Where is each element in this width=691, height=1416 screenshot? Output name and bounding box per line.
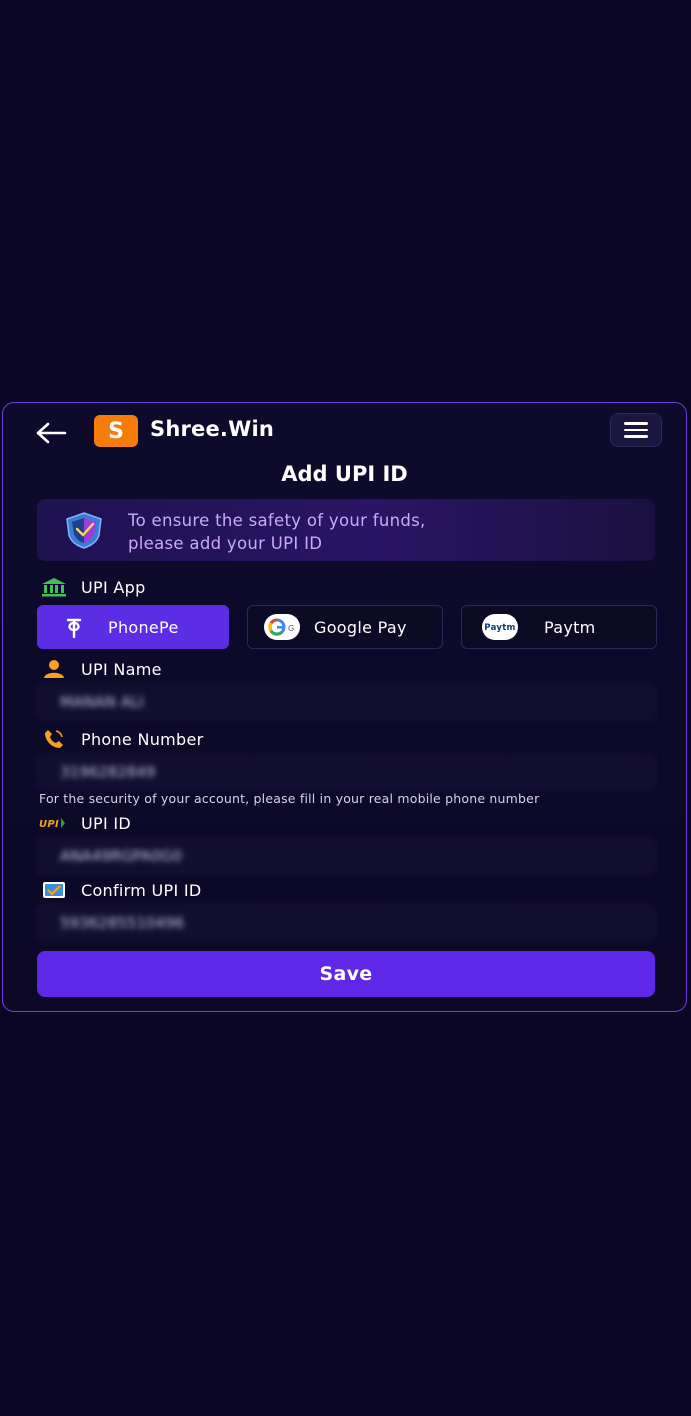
google-pay-icon: G [264, 614, 300, 640]
phonepe-icon [56, 614, 92, 640]
app-label: PhonePe [108, 617, 179, 637]
svg-text:Paytm: Paytm [484, 623, 515, 633]
upi-app-label: UPI App [39, 577, 146, 597]
notice-line-1: To ensure the safety of your funds, [128, 511, 426, 530]
back-arrow-icon[interactable] [31, 415, 71, 451]
upi-app-paytm[interactable]: Paytm Paytm [461, 605, 657, 649]
upi-app-google-pay[interactable]: G Google Pay [247, 605, 443, 649]
svg-text:UPI: UPI [39, 819, 59, 830]
shield-icon [66, 512, 102, 549]
page: S Shree.Win Add UPI ID To ensure the saf… [0, 0, 691, 1416]
confirm-upi-id-input[interactable]: 5936285510496 [37, 905, 655, 941]
upi-name-label: UPI Name [39, 659, 162, 679]
app-logo: S [94, 415, 138, 447]
phone-number-label: Phone Number [39, 729, 204, 749]
logo-letter: S [108, 418, 124, 444]
confirm-upi-id-label: Confirm UPI ID [39, 880, 202, 900]
app-label: Paytm [544, 617, 596, 637]
phone-number-input[interactable]: 3196282849 [37, 754, 655, 790]
upi-app-phonepe[interactable]: PhonePe [37, 605, 229, 649]
upi-app-selector: PhonePe G Google Pay Paytm Paytm [37, 605, 657, 651]
card-check-icon [39, 880, 69, 900]
page-title: Add UPI ID [281, 462, 408, 486]
phone-icon [39, 729, 69, 749]
app-label: Google Pay [314, 617, 407, 637]
hamburger-menu-icon[interactable] [610, 413, 662, 447]
notice-line-2: please add your UPI ID [128, 534, 323, 553]
brand-name: Shree.Win [150, 417, 275, 441]
bank-icon [39, 577, 69, 597]
safety-notice: To ensure the safety of your funds, plea… [37, 499, 655, 561]
phone-hint: For the security of your account, please… [39, 791, 540, 806]
upi-name-input[interactable]: MANAN ALI [37, 684, 655, 720]
upi-logo-icon: UPI [39, 813, 69, 833]
top-bar: S Shree.Win [3, 411, 686, 455]
add-upi-card: S Shree.Win Add UPI ID To ensure the saf… [2, 402, 687, 1012]
user-icon [39, 659, 69, 679]
upi-id-input[interactable]: ANA49RGPA0G0 [37, 838, 655, 874]
svg-text:G: G [288, 624, 295, 633]
paytm-icon: Paytm [482, 614, 518, 640]
upi-id-label: UPI UPI ID [39, 813, 132, 833]
save-button[interactable]: Save [37, 951, 655, 997]
